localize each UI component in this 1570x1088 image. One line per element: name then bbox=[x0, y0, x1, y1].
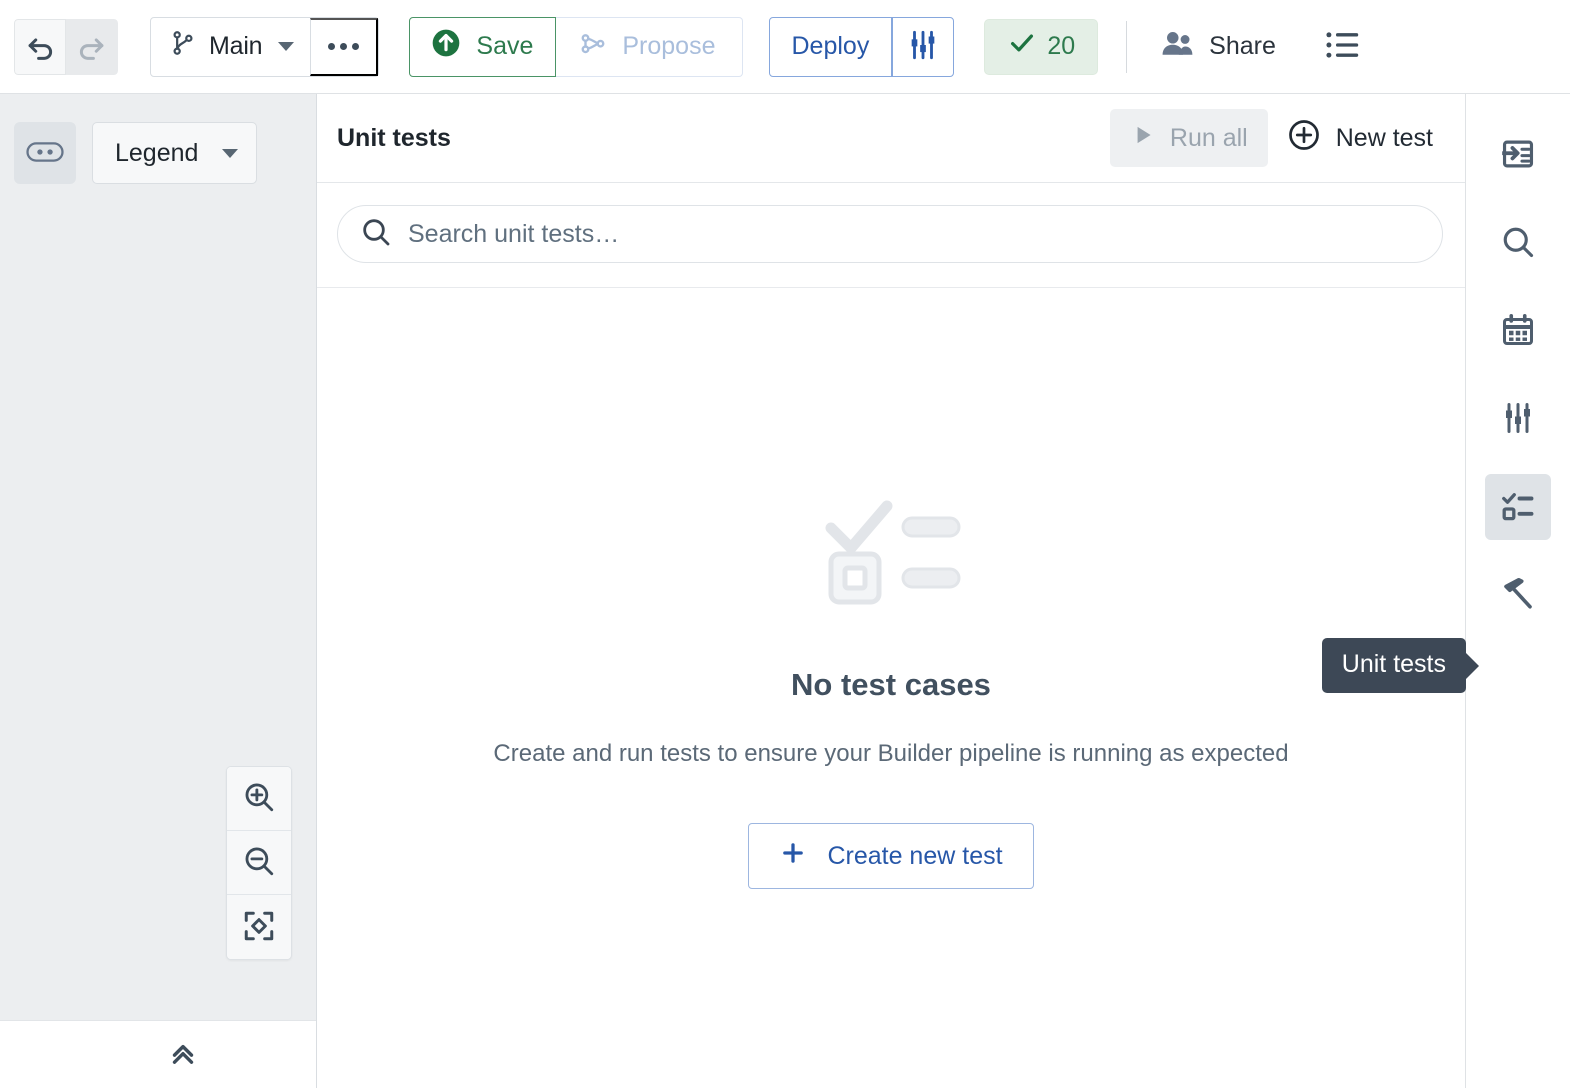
zoom-in-icon bbox=[242, 780, 276, 817]
people-icon bbox=[1161, 28, 1195, 65]
rail-item-inputs[interactable] bbox=[1485, 122, 1551, 188]
rail-item-search[interactable] bbox=[1485, 210, 1551, 276]
save-upload-icon bbox=[430, 27, 462, 66]
chevron-down-icon bbox=[222, 148, 239, 158]
legend-dropdown-button[interactable]: Legend bbox=[92, 122, 258, 184]
rail-item-parameters[interactable] bbox=[1485, 386, 1551, 452]
branch-selector-group: Main bbox=[150, 16, 380, 77]
rail-item-calendar[interactable] bbox=[1485, 298, 1551, 364]
ellipsis-icon bbox=[328, 43, 360, 50]
search-row bbox=[317, 183, 1465, 288]
chevrons-up-icon bbox=[164, 1036, 202, 1073]
create-new-test-button[interactable]: Create new test bbox=[748, 823, 1034, 889]
inputs-icon bbox=[1499, 135, 1537, 176]
deploy-settings-button[interactable] bbox=[892, 16, 955, 77]
play-icon bbox=[1130, 122, 1156, 155]
graph-panel-controls: Legend bbox=[0, 94, 316, 184]
calendar-icon bbox=[1500, 312, 1536, 351]
empty-state: No test cases Create and run tests to en… bbox=[317, 288, 1465, 1088]
zoom-in-button[interactable] bbox=[227, 767, 291, 831]
empty-state-title: No test cases bbox=[791, 667, 991, 702]
deploy-group: Deploy bbox=[768, 16, 955, 77]
sliders-icon bbox=[1500, 400, 1536, 439]
redo-button[interactable] bbox=[66, 18, 118, 75]
share-button[interactable]: Share bbox=[1161, 28, 1276, 65]
search-icon bbox=[360, 216, 392, 253]
zoom-controls bbox=[226, 766, 292, 960]
fit-to-screen-button[interactable] bbox=[227, 895, 291, 959]
new-test-button[interactable]: New test bbox=[1280, 109, 1443, 167]
checklist-icon bbox=[1500, 488, 1536, 527]
zoom-out-icon bbox=[242, 844, 276, 881]
rail-item-unit-tests[interactable] bbox=[1485, 474, 1551, 540]
run-all-button[interactable]: Run all bbox=[1109, 109, 1268, 167]
checks-status-badge[interactable]: 20 bbox=[984, 18, 1099, 75]
create-new-test-label: Create new test bbox=[827, 841, 1003, 870]
hammer-icon bbox=[1500, 576, 1536, 615]
collapse-panel-button[interactable] bbox=[164, 1036, 202, 1073]
unit-tests-panel: Unit tests Run all New test Search unit … bbox=[317, 94, 1466, 1088]
save-label: Save bbox=[476, 32, 534, 60]
list-view-button[interactable] bbox=[1318, 23, 1366, 70]
propose-label: Propose bbox=[622, 32, 716, 60]
rail-item-build[interactable] bbox=[1485, 562, 1551, 628]
branch-name: Main bbox=[209, 32, 263, 60]
plus-circle-icon bbox=[1286, 117, 1322, 160]
zoom-out-button[interactable] bbox=[227, 831, 291, 895]
graph-canvas[interactable] bbox=[0, 184, 316, 1020]
node-detail-toggle-button[interactable] bbox=[14, 122, 76, 184]
no-tests-illustration bbox=[817, 488, 965, 611]
deploy-label: Deploy bbox=[791, 32, 870, 60]
check-icon bbox=[1007, 28, 1037, 65]
propose-branch-icon bbox=[578, 28, 608, 65]
pill-dots-icon bbox=[26, 140, 64, 167]
chevron-down-icon bbox=[278, 42, 295, 51]
right-rail: Unit tests bbox=[1321, 94, 1570, 1088]
unit-tests-header: Unit tests Run all New test bbox=[317, 94, 1465, 183]
search-input[interactable] bbox=[408, 219, 1420, 249]
fit-to-screen-icon bbox=[242, 909, 276, 946]
plus-icon bbox=[779, 839, 807, 874]
branch-more-button[interactable] bbox=[310, 17, 379, 76]
top-toolbar: Main Save Propose Deploy 20 Share bbox=[0, 0, 1570, 94]
graph-panel: Legend bbox=[0, 94, 317, 1088]
undo-redo-group bbox=[14, 18, 118, 75]
share-label: Share bbox=[1209, 32, 1276, 60]
branch-icon bbox=[169, 28, 197, 65]
branch-selector-button[interactable]: Main bbox=[151, 18, 310, 76]
unit-tests-header-actions: Run all New test bbox=[1109, 109, 1443, 167]
search-icon bbox=[1500, 224, 1536, 263]
propose-button[interactable]: Propose bbox=[556, 16, 743, 77]
graph-panel-footer bbox=[0, 1020, 316, 1088]
legend-label: Legend bbox=[115, 138, 199, 167]
search-box[interactable] bbox=[337, 205, 1443, 263]
run-all-label: Run all bbox=[1169, 123, 1248, 152]
deploy-button[interactable]: Deploy bbox=[768, 16, 893, 77]
undo-button[interactable] bbox=[14, 18, 66, 75]
app-body: Legend Unit tests Run all New test Searc… bbox=[0, 94, 1570, 1088]
undo-icon bbox=[23, 30, 57, 64]
page-title: Unit tests bbox=[337, 123, 451, 152]
checks-count: 20 bbox=[1047, 32, 1076, 60]
toolbar-divider bbox=[1126, 20, 1128, 73]
save-button[interactable]: Save bbox=[409, 16, 557, 77]
empty-state-subtitle: Create and run tests to ensure your Buil… bbox=[493, 740, 1289, 767]
sliders-icon bbox=[906, 28, 940, 65]
redo-icon bbox=[75, 30, 109, 64]
save-propose-group: Save Propose bbox=[409, 16, 743, 77]
new-test-label: New test bbox=[1335, 123, 1433, 152]
unit-tests-tooltip: Unit tests bbox=[1321, 638, 1466, 693]
list-icon bbox=[1324, 29, 1360, 64]
builder-app: Main Save Propose Deploy 20 Share Legend… bbox=[0, 0, 1570, 1088]
